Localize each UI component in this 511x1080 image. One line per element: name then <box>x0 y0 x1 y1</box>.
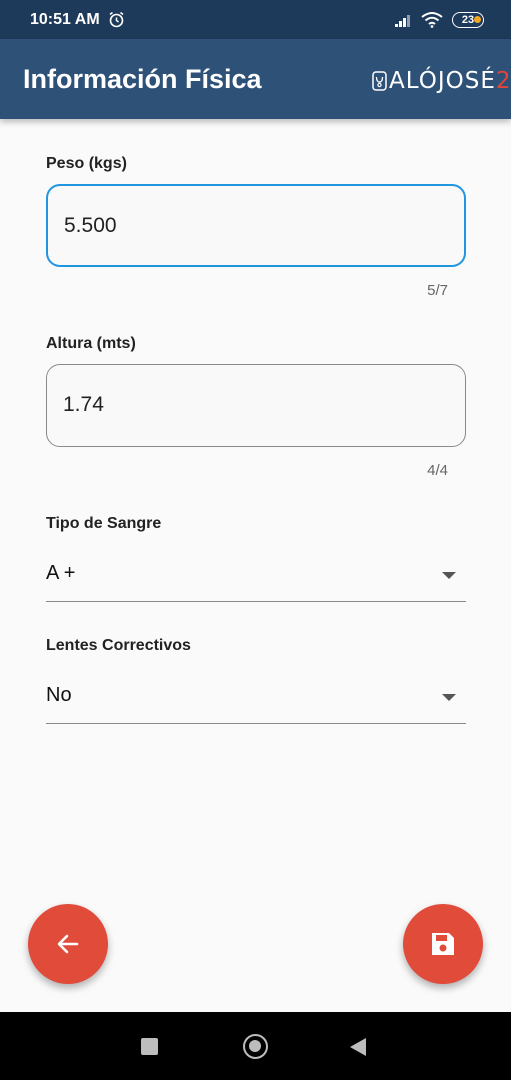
height-input[interactable]: 1.74 <box>46 364 466 447</box>
brand-number: 24 <box>495 68 511 94</box>
blood-type-dropdown[interactable]: A + <box>46 552 466 602</box>
home-icon-inner <box>249 1040 261 1052</box>
height-label: Altura (mts) <box>46 335 136 352</box>
battery-icon: 23 <box>452 12 484 28</box>
save-button[interactable] <box>403 904 483 984</box>
save-icon <box>432 933 454 955</box>
battery-level: 23 <box>461 14 475 26</box>
weight-value: 5.500 <box>64 214 117 237</box>
back-button[interactable] <box>28 904 108 984</box>
signal-icon <box>395 15 410 27</box>
lenses-dropdown[interactable]: No <box>46 674 466 724</box>
blood-type-label: Tipo de Sangre <box>46 515 162 532</box>
alarm-icon <box>109 11 124 28</box>
weight-counter: 5/7 <box>427 282 448 299</box>
height-counter: 4/4 <box>427 462 448 479</box>
arrow-left-icon <box>57 934 79 954</box>
dropdown-arrow-icon <box>442 694 456 701</box>
app-bar: Información Física ALÓJOSÉ 24 <box>0 39 511 119</box>
lenses-value: No <box>46 684 72 706</box>
status-time: 10:51 AM <box>30 11 100 28</box>
battery-saver-dot <box>474 16 481 23</box>
recent-apps-icon[interactable] <box>141 1038 158 1055</box>
system-nav-bar <box>0 1012 511 1080</box>
dropdown-arrow-icon <box>442 572 456 579</box>
brand-text: ALÓJOSÉ <box>389 68 496 94</box>
brand-logo: ALÓJOSÉ 24 <box>372 66 511 96</box>
home-icon[interactable] <box>243 1034 268 1059</box>
page-title: Información Física <box>23 64 262 94</box>
system-back-icon[interactable] <box>350 1038 366 1056</box>
lenses-label: Lentes Correctivos <box>46 637 191 654</box>
stethoscope-icon <box>372 71 387 91</box>
weight-input[interactable]: 5.500 <box>46 184 466 267</box>
wifi-icon <box>421 12 443 28</box>
height-value: 1.74 <box>63 393 104 416</box>
blood-type-value: A + <box>46 562 76 584</box>
weight-label: Peso (kgs) <box>46 155 127 172</box>
status-bar: 10:51 AM 23 <box>0 0 511 39</box>
